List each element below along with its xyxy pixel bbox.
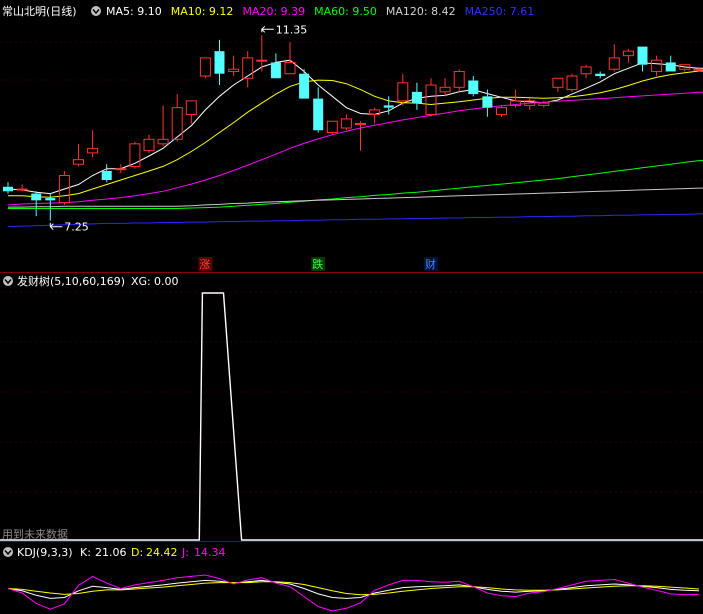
kdj-lines — [7, 574, 699, 612]
candle — [16, 184, 28, 192]
candle — [101, 164, 112, 183]
candle — [199, 57, 211, 79]
candle — [439, 78, 451, 97]
future-data-watermark: 用到未来数据 — [2, 527, 68, 541]
candle — [242, 51, 254, 88]
high-label: 11.35 — [276, 23, 308, 36]
low-label: 7.25 — [64, 221, 89, 234]
candle — [679, 64, 691, 72]
candle — [425, 78, 437, 117]
xg-line — [0, 292, 703, 541]
candle — [214, 39, 225, 86]
ma-legend-item: MA10: 9.12 — [171, 5, 234, 18]
kdj-k-label: K: — [80, 546, 91, 559]
candle — [524, 98, 536, 110]
kdj-j-line — [7, 574, 699, 612]
high-annotation: 11.35 — [261, 23, 308, 36]
signal-marker: 跌 — [311, 257, 326, 271]
candle — [87, 130, 99, 158]
candle — [482, 89, 493, 117]
candle — [340, 114, 352, 131]
kdj-d-value: 24.42 — [146, 546, 178, 559]
ma-legend-item: MA120: 8.42 — [386, 5, 456, 18]
candle — [622, 48, 634, 63]
candle — [369, 107, 381, 124]
chart-canvas: 常山北明(日线) MA5: 9.10 MA10: 9.12 MA20: 9.39 MA… — [0, 4, 703, 612]
ma120-line — [8, 187, 703, 208]
collapse-icon[interactable] — [3, 547, 13, 557]
candle — [284, 42, 296, 75]
low-annotation: 7.25 — [49, 221, 89, 234]
candle — [397, 73, 409, 106]
ma-legend-item: MA250: 7.61 — [465, 5, 535, 18]
stock-title: 常山北明(日线) — [2, 4, 77, 18]
signal-marker: 涨 — [198, 257, 213, 271]
ma-legend-item: MA5: 9.10 — [106, 5, 162, 18]
ma20-line — [7, 91, 703, 206]
kdj-d-label: D: — [131, 546, 143, 559]
ma-legend-item: MA60: 9.50 — [314, 5, 377, 18]
kdj-k-value: 21.06 — [95, 546, 127, 559]
candle — [566, 73, 578, 92]
ma-legend: MA5: 9.10 MA10: 9.12 MA20: 9.39 MA60: 9.50 M… — [106, 5, 534, 18]
signal-markers: 涨跌财 — [198, 257, 438, 271]
ma-lines — [7, 59, 703, 228]
collapse-icon[interactable] — [91, 6, 101, 16]
candle — [651, 55, 663, 76]
collapse-icon[interactable] — [3, 276, 13, 286]
candle — [453, 69, 465, 92]
signal-marker-label: 涨 — [199, 258, 210, 271]
candle — [73, 143, 84, 167]
price-grid — [0, 41, 703, 181]
xg-label: XG: — [131, 275, 151, 288]
signal-marker-label: 财 — [425, 257, 436, 271]
candle — [496, 105, 507, 117]
candle — [3, 182, 13, 194]
candle — [115, 164, 127, 174]
candle — [185, 100, 197, 124]
candle — [143, 134, 155, 153]
indicator1-grid — [0, 291, 703, 493]
ma-legend-item: MA20: 9.39 — [242, 5, 305, 18]
indicator1-title: 发财树(5,10,60,169) — [17, 274, 125, 288]
ma250-line — [7, 213, 703, 228]
kdj-j-value: 14.34 — [194, 546, 226, 559]
candle — [355, 121, 366, 151]
candle — [468, 76, 479, 97]
candles — [3, 35, 703, 221]
candle — [411, 82, 422, 110]
candle — [637, 46, 648, 72]
candle — [326, 120, 338, 135]
candle — [510, 89, 522, 108]
xg-value: 0.00 — [154, 275, 179, 288]
ma60-line — [8, 160, 703, 209]
candle — [665, 55, 676, 72]
candle — [270, 53, 281, 79]
candle — [157, 105, 169, 147]
candle — [228, 55, 240, 76]
kdj-title: KDJ(9,3,3) — [17, 546, 73, 559]
candle — [313, 87, 324, 133]
signal-marker-label: 跌 — [312, 257, 323, 271]
candle — [595, 71, 606, 79]
ma10-line — [8, 70, 703, 198]
signal-marker: 财 — [424, 257, 438, 271]
kdj-j-label: J: — [181, 546, 189, 559]
candle — [299, 69, 310, 99]
candle — [608, 44, 620, 72]
candle — [580, 64, 592, 79]
